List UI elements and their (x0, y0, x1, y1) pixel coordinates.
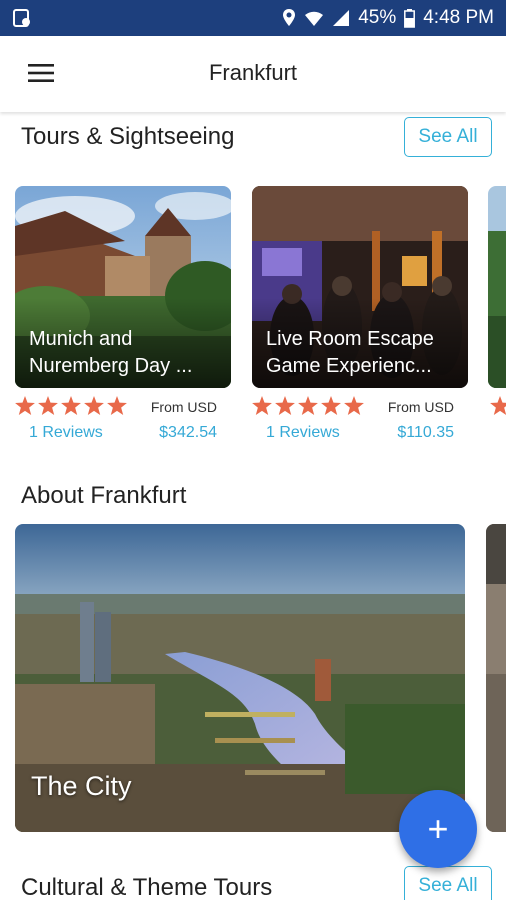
about-card-the-city[interactable]: The City (15, 524, 465, 832)
location-icon (282, 8, 296, 28)
star-icon (15, 396, 35, 415)
reviews-link[interactable]: 1 Reviews (29, 424, 103, 442)
star-rating (15, 396, 127, 415)
star-icon (84, 396, 104, 415)
wifi-icon (304, 9, 324, 27)
see-all-cultural-button[interactable]: See All (404, 866, 492, 900)
app-bar: Frankfurt (0, 36, 506, 112)
add-button[interactable]: + (399, 790, 477, 868)
star-icon (490, 396, 506, 420)
tour-price: $342.54 (159, 424, 217, 441)
star-icon (321, 396, 341, 415)
about-image-partial (486, 524, 506, 832)
tour-card-meta: From USD 1 Reviews $342.54 (15, 396, 231, 446)
tour-card[interactable]: Munich and Nuremberg Day ... (15, 186, 231, 388)
star-rating (252, 396, 364, 415)
price-from-label: From USD (387, 399, 454, 415)
about-card-partial[interactable] (486, 524, 506, 832)
tour-price: $110.35 (397, 424, 454, 441)
tour-card[interactable]: Live Room Escape Game Experienc... (252, 186, 468, 388)
section-title-cultural: Cultural & Theme Tours (21, 874, 273, 900)
star-icon (275, 396, 295, 415)
reviews-link[interactable]: 1 Reviews (266, 424, 340, 442)
price-from-label: From USD (150, 399, 217, 415)
tours-section-header: Tours & Sightseeing See All (0, 115, 506, 159)
app-notification-icon (12, 8, 32, 28)
tour-card-meta: From USD 1 Reviews $110.35 (252, 396, 468, 446)
page-title: Frankfurt (208, 60, 298, 85)
section-title-tours: Tours & Sightseeing (21, 123, 235, 150)
tour-card-title: Live Room Escape Game Experienc... (266, 328, 434, 377)
see-all-tours-button[interactable]: See All (404, 117, 492, 157)
star-icon (107, 396, 127, 415)
cultural-section-header: Cultural & Theme Tours See All (0, 866, 506, 900)
battery-icon (404, 8, 416, 28)
star-icon (252, 396, 272, 415)
battery-percent: 45% (358, 7, 397, 28)
star-icon (344, 396, 364, 415)
star-icon (38, 396, 58, 415)
tour-image-partial (488, 186, 506, 388)
status-bar: 45% 4:48 PM (0, 0, 506, 36)
about-section-header: About Frankfurt (0, 472, 506, 516)
clock: 4:48 PM (423, 7, 494, 28)
section-title-about: About Frankfurt (21, 482, 187, 509)
tour-card-title: Munich and Nuremberg Day ... (29, 328, 193, 377)
about-card-label: The City (31, 771, 132, 801)
star-icon (61, 396, 81, 415)
signal-icon (332, 9, 350, 27)
star-icon (298, 396, 318, 415)
tour-card-partial[interactable] (488, 186, 506, 388)
